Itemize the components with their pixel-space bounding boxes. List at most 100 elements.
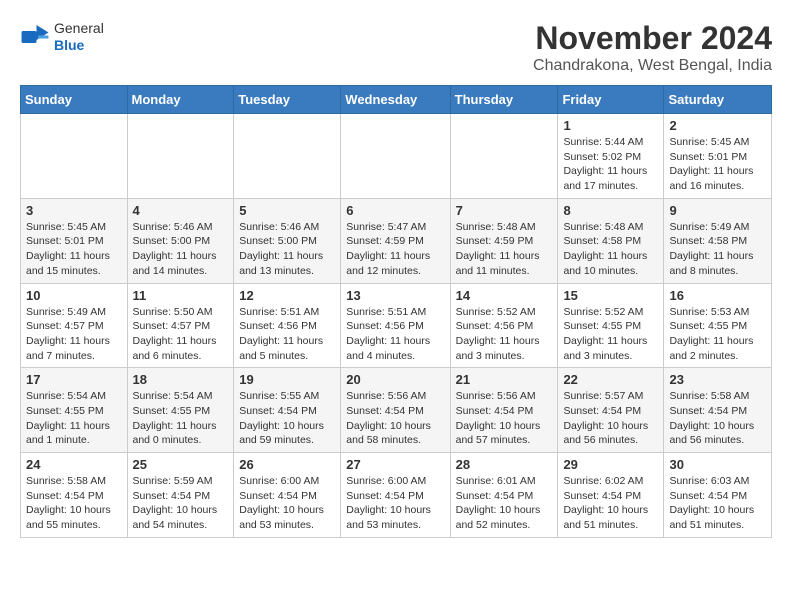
day-cell: 26 Sunrise: 6:00 AM Sunset: 4:54 PM Dayl…	[234, 453, 341, 538]
day-info: Sunrise: 5:46 AM Sunset: 5:00 PM Dayligh…	[239, 220, 335, 279]
day-number: 28	[456, 457, 553, 472]
week-row-2: 3 Sunrise: 5:45 AM Sunset: 5:01 PM Dayli…	[21, 198, 772, 283]
day-cell: 16 Sunrise: 5:53 AM Sunset: 4:55 PM Dayl…	[664, 283, 772, 368]
calendar-table: Sunday Monday Tuesday Wednesday Thursday…	[20, 85, 772, 538]
day-info: Sunrise: 5:58 AM Sunset: 4:54 PM Dayligh…	[669, 389, 766, 448]
day-cell: 11 Sunrise: 5:50 AM Sunset: 4:57 PM Dayl…	[127, 283, 234, 368]
day-info: Sunrise: 5:56 AM Sunset: 4:54 PM Dayligh…	[346, 389, 444, 448]
day-cell: 21 Sunrise: 5:56 AM Sunset: 4:54 PM Dayl…	[450, 368, 558, 453]
day-info: Sunrise: 5:55 AM Sunset: 4:54 PM Dayligh…	[239, 389, 335, 448]
day-info: Sunrise: 5:57 AM Sunset: 4:54 PM Dayligh…	[563, 389, 658, 448]
week-row-5: 24 Sunrise: 5:58 AM Sunset: 4:54 PM Dayl…	[21, 453, 772, 538]
day-cell: 1 Sunrise: 5:44 AM Sunset: 5:02 PM Dayli…	[558, 114, 664, 199]
day-cell: 7 Sunrise: 5:48 AM Sunset: 4:59 PM Dayli…	[450, 198, 558, 283]
week-row-1: 1 Sunrise: 5:44 AM Sunset: 5:02 PM Dayli…	[21, 114, 772, 199]
day-cell: 10 Sunrise: 5:49 AM Sunset: 4:57 PM Dayl…	[21, 283, 128, 368]
header-row: Sunday Monday Tuesday Wednesday Thursday…	[21, 86, 772, 114]
day-number: 9	[669, 203, 766, 218]
col-wednesday: Wednesday	[341, 86, 450, 114]
day-number: 11	[133, 288, 229, 303]
day-number: 10	[26, 288, 122, 303]
day-cell: 19 Sunrise: 5:55 AM Sunset: 4:54 PM Dayl…	[234, 368, 341, 453]
day-number: 1	[563, 118, 658, 133]
day-info: Sunrise: 5:45 AM Sunset: 5:01 PM Dayligh…	[26, 220, 122, 279]
day-number: 3	[26, 203, 122, 218]
day-info: Sunrise: 6:00 AM Sunset: 4:54 PM Dayligh…	[239, 474, 335, 533]
day-cell: 30 Sunrise: 6:03 AM Sunset: 4:54 PM Dayl…	[664, 453, 772, 538]
day-info: Sunrise: 5:52 AM Sunset: 4:56 PM Dayligh…	[456, 305, 553, 364]
day-number: 18	[133, 372, 229, 387]
day-cell: 24 Sunrise: 5:58 AM Sunset: 4:54 PM Dayl…	[21, 453, 128, 538]
day-cell: 22 Sunrise: 5:57 AM Sunset: 4:54 PM Dayl…	[558, 368, 664, 453]
day-info: Sunrise: 5:56 AM Sunset: 4:54 PM Dayligh…	[456, 389, 553, 448]
logo-text: General Blue	[54, 20, 104, 54]
day-number: 14	[456, 288, 553, 303]
day-number: 29	[563, 457, 658, 472]
col-monday: Monday	[127, 86, 234, 114]
day-cell	[127, 114, 234, 199]
day-cell: 18 Sunrise: 5:54 AM Sunset: 4:55 PM Dayl…	[127, 368, 234, 453]
day-info: Sunrise: 5:59 AM Sunset: 4:54 PM Dayligh…	[133, 474, 229, 533]
day-info: Sunrise: 6:01 AM Sunset: 4:54 PM Dayligh…	[456, 474, 553, 533]
day-cell: 14 Sunrise: 5:52 AM Sunset: 4:56 PM Dayl…	[450, 283, 558, 368]
col-thursday: Thursday	[450, 86, 558, 114]
location-title: Chandrakona, West Bengal, India	[533, 57, 772, 75]
day-number: 22	[563, 372, 658, 387]
day-cell: 15 Sunrise: 5:52 AM Sunset: 4:55 PM Dayl…	[558, 283, 664, 368]
day-info: Sunrise: 5:47 AM Sunset: 4:59 PM Dayligh…	[346, 220, 444, 279]
col-tuesday: Tuesday	[234, 86, 341, 114]
day-number: 12	[239, 288, 335, 303]
day-cell: 2 Sunrise: 5:45 AM Sunset: 5:01 PM Dayli…	[664, 114, 772, 199]
day-cell: 23 Sunrise: 5:58 AM Sunset: 4:54 PM Dayl…	[664, 368, 772, 453]
day-info: Sunrise: 5:54 AM Sunset: 4:55 PM Dayligh…	[133, 389, 229, 448]
day-cell: 3 Sunrise: 5:45 AM Sunset: 5:01 PM Dayli…	[21, 198, 128, 283]
day-info: Sunrise: 5:50 AM Sunset: 4:57 PM Dayligh…	[133, 305, 229, 364]
day-number: 24	[26, 457, 122, 472]
day-number: 13	[346, 288, 444, 303]
logo-icon	[20, 25, 50, 49]
day-cell	[341, 114, 450, 199]
day-cell	[450, 114, 558, 199]
day-info: Sunrise: 5:49 AM Sunset: 4:58 PM Dayligh…	[669, 220, 766, 279]
day-info: Sunrise: 5:58 AM Sunset: 4:54 PM Dayligh…	[26, 474, 122, 533]
day-cell	[21, 114, 128, 199]
day-cell: 5 Sunrise: 5:46 AM Sunset: 5:00 PM Dayli…	[234, 198, 341, 283]
day-info: Sunrise: 5:52 AM Sunset: 4:55 PM Dayligh…	[563, 305, 658, 364]
day-number: 5	[239, 203, 335, 218]
day-cell: 8 Sunrise: 5:48 AM Sunset: 4:58 PM Dayli…	[558, 198, 664, 283]
day-number: 16	[669, 288, 766, 303]
day-info: Sunrise: 5:51 AM Sunset: 4:56 PM Dayligh…	[346, 305, 444, 364]
day-cell: 20 Sunrise: 5:56 AM Sunset: 4:54 PM Dayl…	[341, 368, 450, 453]
col-friday: Friday	[558, 86, 664, 114]
day-info: Sunrise: 5:53 AM Sunset: 4:55 PM Dayligh…	[669, 305, 766, 364]
day-number: 21	[456, 372, 553, 387]
day-number: 15	[563, 288, 658, 303]
col-sunday: Sunday	[21, 86, 128, 114]
day-info: Sunrise: 5:49 AM Sunset: 4:57 PM Dayligh…	[26, 305, 122, 364]
day-info: Sunrise: 5:54 AM Sunset: 4:55 PM Dayligh…	[26, 389, 122, 448]
day-cell: 17 Sunrise: 5:54 AM Sunset: 4:55 PM Dayl…	[21, 368, 128, 453]
day-info: Sunrise: 5:48 AM Sunset: 4:59 PM Dayligh…	[456, 220, 553, 279]
day-number: 30	[669, 457, 766, 472]
day-number: 26	[239, 457, 335, 472]
day-cell: 27 Sunrise: 6:00 AM Sunset: 4:54 PM Dayl…	[341, 453, 450, 538]
day-number: 23	[669, 372, 766, 387]
day-info: Sunrise: 5:44 AM Sunset: 5:02 PM Dayligh…	[563, 135, 658, 194]
day-info: Sunrise: 5:45 AM Sunset: 5:01 PM Dayligh…	[669, 135, 766, 194]
day-info: Sunrise: 6:00 AM Sunset: 4:54 PM Dayligh…	[346, 474, 444, 533]
day-cell: 28 Sunrise: 6:01 AM Sunset: 4:54 PM Dayl…	[450, 453, 558, 538]
day-number: 20	[346, 372, 444, 387]
day-cell: 4 Sunrise: 5:46 AM Sunset: 5:00 PM Dayli…	[127, 198, 234, 283]
day-info: Sunrise: 5:46 AM Sunset: 5:00 PM Dayligh…	[133, 220, 229, 279]
page-container: General Blue November 2024 Chandrakona, …	[20, 20, 772, 538]
col-saturday: Saturday	[664, 86, 772, 114]
day-info: Sunrise: 6:03 AM Sunset: 4:54 PM Dayligh…	[669, 474, 766, 533]
day-number: 27	[346, 457, 444, 472]
day-number: 25	[133, 457, 229, 472]
month-title: November 2024	[533, 20, 772, 57]
day-info: Sunrise: 5:48 AM Sunset: 4:58 PM Dayligh…	[563, 220, 658, 279]
day-cell: 13 Sunrise: 5:51 AM Sunset: 4:56 PM Dayl…	[341, 283, 450, 368]
day-cell: 9 Sunrise: 5:49 AM Sunset: 4:58 PM Dayli…	[664, 198, 772, 283]
day-number: 17	[26, 372, 122, 387]
logo: General Blue	[20, 20, 104, 54]
